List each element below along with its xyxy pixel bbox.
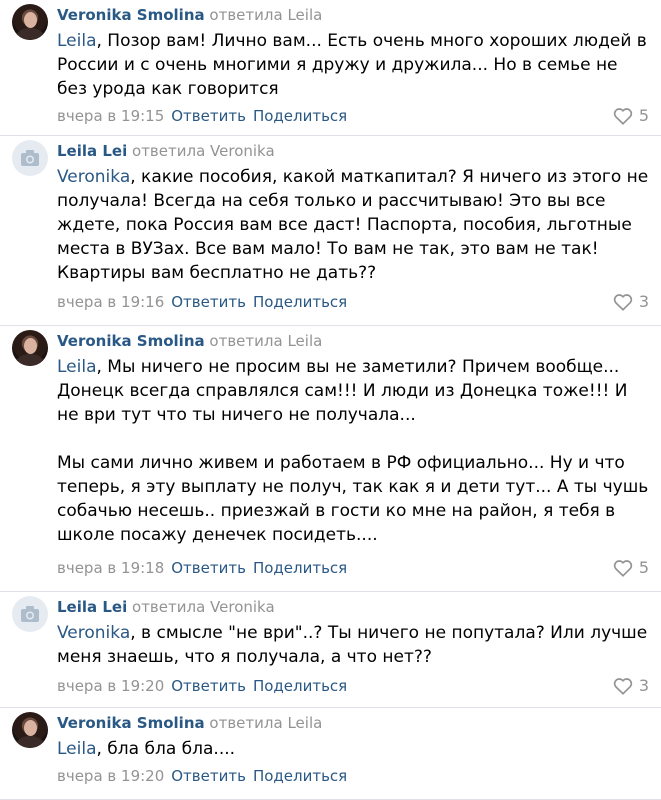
camera-icon: [21, 150, 39, 166]
replied-label: ответила: [209, 332, 283, 350]
reply-to-name[interactable]: Veronika: [210, 598, 275, 616]
author-name[interactable]: Leila Lei: [57, 142, 127, 160]
comment-text: Leila, бла бла бла....: [57, 737, 649, 761]
heart-icon: [613, 294, 632, 311]
avatar[interactable]: [12, 330, 48, 366]
comment-text: Veronika, в смысле "не ври"..? Ты ничего…: [57, 621, 649, 669]
reply-to-name[interactable]: Leila: [287, 332, 322, 350]
comment-date[interactable]: вчера в 19:15: [57, 107, 164, 125]
comment: Veronika Smolina ответила Leila Leila, б…: [0, 708, 661, 800]
mention-link[interactable]: Leila: [57, 357, 97, 377]
comment-date[interactable]: вчера в 19:18: [57, 559, 164, 577]
comment-date[interactable]: вчера в 19:20: [57, 767, 164, 785]
like-count: 5: [638, 106, 649, 125]
comment-body: , какие пособия, какой маткапитал? Я нич…: [57, 167, 654, 283]
like-button[interactable]: 3: [613, 676, 649, 696]
reply-to-name[interactable]: Veronika: [210, 142, 275, 160]
comment: Leila Lei ответила Veronika Veronika, в …: [0, 592, 661, 708]
reply-button[interactable]: Ответить: [171, 107, 246, 125]
share-button[interactable]: Поделиться: [253, 559, 347, 577]
like-button[interactable]: 5: [613, 106, 649, 126]
reply-button[interactable]: Ответить: [171, 767, 246, 785]
heart-icon: [613, 560, 632, 577]
comment-text: Leila, Мы ничего не просим вы не заметил…: [57, 355, 649, 547]
comment-header: Veronika Smolina ответила Leila: [57, 331, 322, 351]
mention-link[interactable]: Leila: [57, 739, 97, 759]
comment-text: Leila, Позор вам! Лично вам... Есть очен…: [57, 29, 649, 101]
share-button[interactable]: Поделиться: [253, 767, 347, 785]
like-button[interactable]: 3: [613, 292, 649, 312]
share-button[interactable]: Поделиться: [253, 293, 347, 311]
comment-body: , в смысле "не ври"..? Ты ничего не попу…: [57, 623, 653, 667]
author-name[interactable]: Leila Lei: [57, 598, 127, 616]
replied-label: ответила: [209, 6, 283, 24]
replied-label: ответила: [132, 142, 206, 160]
mention-link[interactable]: Leila: [57, 31, 97, 51]
avatar[interactable]: [12, 596, 48, 632]
author-name[interactable]: Veronika Smolina: [57, 714, 205, 732]
author-name[interactable]: Veronika Smolina: [57, 6, 205, 24]
comment-body: , Позор вам! Лично вам... Есть очень мно…: [57, 31, 653, 99]
reply-button[interactable]: Ответить: [171, 293, 246, 311]
comment: Veronika Smolina ответила Leila Leila, М…: [0, 326, 661, 592]
comment-header: Veronika Smolina ответила Leila: [57, 713, 322, 733]
heart-icon: [613, 108, 632, 125]
like-button[interactable]: 5: [613, 558, 649, 578]
comment: Leila Lei ответила Veronika Veronika, ка…: [0, 136, 661, 326]
mention-link[interactable]: Veronika: [57, 623, 130, 643]
comment-meta: вчера в 19:20 Ответить Поделиться: [57, 766, 347, 786]
heart-icon: [613, 678, 632, 695]
avatar[interactable]: [12, 4, 48, 40]
like-count: 3: [638, 292, 649, 311]
reply-button[interactable]: Ответить: [171, 677, 246, 695]
author-name[interactable]: Veronika Smolina: [57, 332, 205, 350]
comment-body: , Мы ничего не просим вы не заметили? Пр…: [57, 357, 649, 545]
comment-header: Veronika Smolina ответила Leila: [57, 5, 322, 25]
share-button[interactable]: Поделиться: [253, 677, 347, 695]
mention-link[interactable]: Veronika: [57, 167, 130, 187]
reply-to-name[interactable]: Leila: [287, 714, 322, 732]
comment-meta: вчера в 19:16 Ответить Поделиться: [57, 292, 347, 312]
comment-date[interactable]: вчера в 19:20: [57, 677, 164, 695]
comment-header: Leila Lei ответила Veronika: [57, 141, 275, 161]
reply-button[interactable]: Ответить: [171, 559, 246, 577]
comment-body: , бла бла бла....: [96, 739, 236, 759]
avatar[interactable]: [12, 140, 48, 176]
comment: Veronika Smolina ответила Leila Leila, П…: [0, 0, 661, 136]
comment-text: Veronika, какие пособия, какой маткапита…: [57, 165, 649, 285]
comment-date[interactable]: вчера в 19:16: [57, 293, 164, 311]
like-count: 3: [638, 676, 649, 695]
replied-label: ответила: [132, 598, 206, 616]
reply-to-name[interactable]: Leila: [287, 6, 322, 24]
share-button[interactable]: Поделиться: [253, 107, 347, 125]
camera-icon: [21, 606, 39, 622]
comment-meta: вчера в 19:20 Ответить Поделиться: [57, 676, 347, 696]
comment-meta: вчера в 19:15 Ответить Поделиться: [57, 106, 347, 126]
comment-meta: вчера в 19:18 Ответить Поделиться: [57, 558, 347, 578]
like-count: 5: [638, 558, 649, 577]
replied-label: ответила: [209, 714, 283, 732]
avatar[interactable]: [12, 712, 48, 748]
comment-header: Leila Lei ответила Veronika: [57, 597, 275, 617]
